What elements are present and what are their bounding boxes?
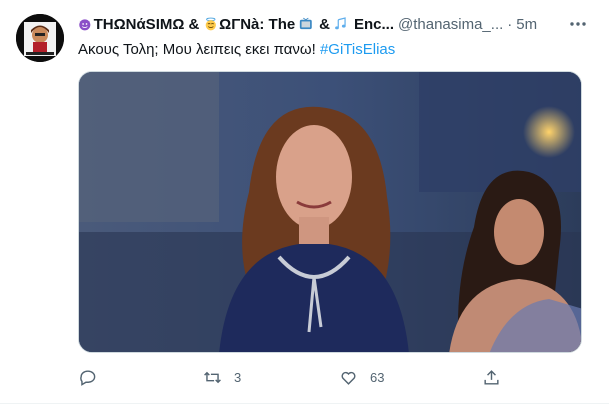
- more-icon: [570, 22, 586, 26]
- tweet-actions: 3 63: [78, 366, 501, 388]
- share-icon: [484, 369, 499, 385]
- display-name-sep1: &: [184, 15, 204, 33]
- tweet-text: Ακους Τολη; Μου λειπεις εκει πανω! #GiTi…: [78, 40, 395, 60]
- tv-scene-image: [79, 72, 581, 352]
- display-name-part1: THΩNάSIMΩ: [93, 15, 185, 33]
- retweet-count: 3: [234, 369, 242, 385]
- tweet-header: THΩNάSIMΩ & ΩΓΝà: The & Enc... @thanasim…: [78, 14, 598, 34]
- more-button[interactable]: [567, 14, 589, 34]
- tweet[interactable]: THΩNάSIMΩ & ΩΓΝà: The & Enc... @thanasim…: [0, 0, 609, 404]
- display-name[interactable]: THΩNάSIMΩ & ΩΓΝà: The & Enc...: [78, 16, 394, 33]
- angel-emoji: [205, 17, 216, 31]
- tweet-media-image[interactable]: [78, 71, 582, 353]
- display-name-part3: Enc...: [353, 15, 394, 33]
- hashtag-link[interactable]: #GiTisElias: [320, 41, 395, 58]
- like-count: 63: [370, 369, 385, 385]
- share-button[interactable]: [482, 366, 501, 388]
- user-handle[interactable]: @thanasima_...: [398, 16, 503, 33]
- smiling-devil-emoji: [79, 19, 91, 31]
- display-name-sep2: &: [315, 15, 335, 33]
- retweet-button[interactable]: 3: [203, 366, 241, 388]
- tweet-body: Ακους Τολη; Μου λειπεις εκει πανω!: [78, 41, 316, 58]
- header-separator: ·: [507, 15, 513, 33]
- tv-emoji: [300, 17, 313, 30]
- profile-avatar[interactable]: [16, 14, 64, 62]
- reply-button[interactable]: [78, 366, 109, 388]
- tweet-timestamp[interactable]: 5m: [516, 16, 537, 33]
- musical-notes-emoji: [335, 17, 346, 30]
- retweet-icon: [204, 371, 221, 383]
- like-button[interactable]: 63: [339, 366, 384, 388]
- display-name-part2: ΩΓΝà: The: [219, 15, 296, 33]
- heart-icon: [341, 371, 356, 385]
- reply-icon: [80, 369, 96, 386]
- avatar-icon: [16, 14, 64, 62]
